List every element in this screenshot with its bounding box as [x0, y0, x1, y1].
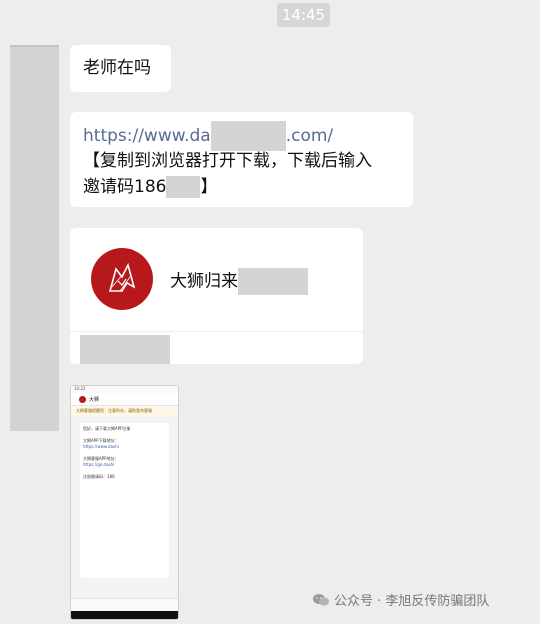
screenshot-title: 大狮 — [89, 396, 100, 403]
screenshot-line: 注册邀请码：186 — [83, 474, 115, 479]
screenshot-message: 您好，请下载大狮APP注册 大狮APP下载地址： https://www.das… — [80, 423, 169, 578]
invite-code-prefix: 邀请码186 — [83, 177, 167, 197]
wechat-icon — [313, 593, 329, 606]
message-bubble-greeting[interactable]: 老师在吗 — [70, 45, 171, 92]
redacted-domain — [210, 121, 286, 151]
redacted-card-type — [80, 335, 170, 364]
screenshot-status-bar: 10:22 — [71, 386, 178, 393]
instruction-line-1: 【复制到浏览器打开下载，下载后输入 — [83, 151, 372, 171]
image-message-screenshot[interactable]: 10:22 大狮 大狮客服提醒您：注意防诈，谨防冒充客服 您好，请下载大狮APP… — [70, 385, 179, 620]
screenshot-top-bar: 大狮 — [71, 393, 178, 406]
screenshot-notice: 大狮客服提醒您：注意防诈，谨防冒充客服 — [71, 406, 178, 416]
download-link-suffix[interactable]: .com/ — [286, 126, 333, 146]
lion-logo-icon — [91, 248, 153, 310]
watermark: 公众号 · 李旭反传防骗团队 — [312, 590, 489, 609]
screenshot-input-bar — [71, 598, 178, 611]
contact-card-name: 大狮归来 — [170, 268, 308, 295]
message-timestamp: 14:45 — [277, 3, 330, 27]
message-bubble-download-link[interactable]: https://www.da .com/ 【复制到浏览器打开下载，下载后输入 邀请… — [70, 112, 413, 207]
contact-card[interactable]: 大狮归来 — [70, 228, 363, 364]
redacted-card-name — [238, 268, 308, 295]
sender-avatar-redacted — [10, 45, 59, 431]
instruction-line-2: 邀请码186 】 — [83, 174, 217, 200]
link-line[interactable]: https://www.da .com/ — [83, 121, 333, 151]
watermark-text: 公众号 · 李旭反传防骗团队 — [334, 594, 490, 609]
message-text-greeting: 老师在吗 — [83, 58, 151, 78]
screenshot-nav-bar — [71, 611, 178, 619]
screenshot-avatar-icon — [79, 395, 86, 403]
contact-card-footer — [70, 331, 363, 364]
download-link-prefix[interactable]: https://www.da — [83, 126, 211, 146]
invite-code-suffix: 】 — [200, 177, 218, 197]
redacted-invite-code — [166, 176, 201, 198]
